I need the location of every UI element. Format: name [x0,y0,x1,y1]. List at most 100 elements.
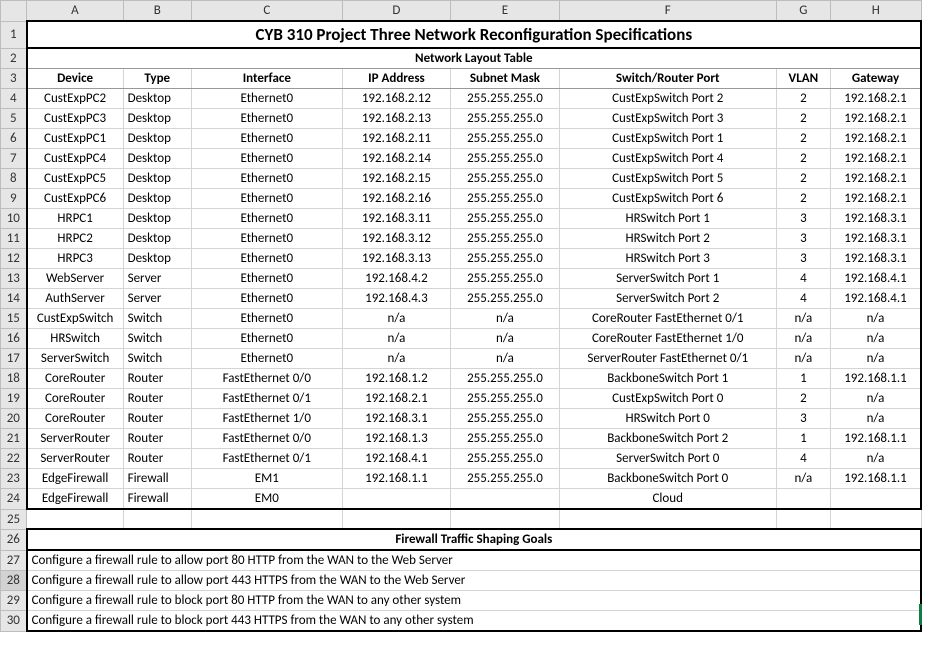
hdr-type[interactable]: Type [123,69,191,89]
cell-vlan[interactable]: 2 [776,169,830,189]
row-header-18[interactable]: 18 [1,369,27,389]
row-header-9[interactable]: 9 [1,189,27,209]
hdr-device[interactable]: Device [27,69,123,89]
cell-type[interactable]: Router [123,409,191,429]
cell-port[interactable]: HRSwitch Port 0 [559,409,776,429]
cell-interface[interactable]: Ethernet0 [191,149,342,169]
cell-device[interactable]: ServerRouter [27,429,123,449]
cell-mask[interactable]: 255.255.255.0 [451,289,560,309]
cell-mask[interactable]: 255.255.255.0 [451,249,560,269]
cell-vlan[interactable]: 4 [776,289,830,309]
cell-gateway[interactable]: n/a [830,409,921,429]
cell-device[interactable]: HRPC2 [27,229,123,249]
cell-vlan[interactable]: 4 [776,269,830,289]
cell-mask[interactable]: 255.255.255.0 [451,109,560,129]
row-header-6[interactable]: 6 [1,129,27,149]
cell-vlan[interactable]: n/a [776,329,830,349]
cell-gateway[interactable]: 192.168.1.1 [830,369,921,389]
row-header-26[interactable]: 26 [1,529,27,550]
firewall-goal-2[interactable]: Configure a firewall rule to allow port … [27,571,921,591]
cell-mask[interactable]: 255.255.255.0 [451,149,560,169]
cell-vlan[interactable]: n/a [776,469,830,489]
cell-mask[interactable]: 255.255.255.0 [451,409,560,429]
row-header-11[interactable]: 11 [1,229,27,249]
cell-port[interactable]: CoreRouter FastEthernet 1/0 [559,329,776,349]
cell-device[interactable]: WebServer [27,269,123,289]
cell-ip[interactable] [342,489,451,510]
cell-vlan[interactable]: 2 [776,389,830,409]
cell-type[interactable]: Server [123,269,191,289]
cell-ip[interactable]: n/a [342,329,451,349]
row-header-24[interactable]: 24 [1,489,27,510]
cell-type[interactable]: Firewall [123,489,191,510]
cell-interface[interactable]: Ethernet0 [191,169,342,189]
cell-port[interactable]: ServerSwitch Port 0 [559,449,776,469]
cell-mask[interactable]: 255.255.255.0 [451,169,560,189]
cell-device[interactable]: HRPC1 [27,209,123,229]
cell-ip[interactable]: 192.168.2.15 [342,169,451,189]
cell-device[interactable]: CustExpPC3 [27,109,123,129]
cell[interactable] [191,509,342,529]
cell-type[interactable]: Desktop [123,169,191,189]
cell-type[interactable]: Desktop [123,149,191,169]
cell-ip[interactable]: n/a [342,349,451,369]
cell-vlan[interactable]: 3 [776,249,830,269]
hdr-mask[interactable]: Subnet Mask [451,69,560,89]
cell-device[interactable]: CustExpPC2 [27,89,123,109]
cell-interface[interactable]: Ethernet0 [191,329,342,349]
cell-port[interactable]: CustExpSwitch Port 6 [559,189,776,209]
cell-gateway[interactable]: n/a [830,309,921,329]
col-header-C[interactable]: C [191,1,342,22]
cell-port[interactable]: ServerRouter FastEthernet 0/1 [559,349,776,369]
cell-mask[interactable]: n/a [451,349,560,369]
cell-interface[interactable]: Ethernet0 [191,189,342,209]
cell-gateway[interactable]: n/a [830,449,921,469]
cell-type[interactable]: Desktop [123,189,191,209]
cell-ip[interactable]: 192.168.3.13 [342,249,451,269]
firewall-goal-3[interactable]: Configure a firewall rule to block port … [27,591,921,611]
cell-type[interactable]: Router [123,449,191,469]
cell-mask[interactable]: 255.255.255.0 [451,429,560,449]
firewall-section-title[interactable]: Firewall Traffic Shaping Goals [27,529,921,550]
cell-interface[interactable]: FastEthernet 0/0 [191,429,342,449]
cell-ip[interactable]: 192.168.4.3 [342,289,451,309]
col-header-G[interactable]: G [776,1,830,22]
cell-device[interactable]: CoreRouter [27,369,123,389]
spreadsheet-grid[interactable]: A B C D E F G H 1 CYB 310 Project Three … [0,0,922,632]
cell-interface[interactable]: EM1 [191,469,342,489]
cell-vlan[interactable]: 3 [776,409,830,429]
cell-mask[interactable]: 255.255.255.0 [451,89,560,109]
cell-gateway[interactable]: 192.168.3.1 [830,249,921,269]
col-header-B[interactable]: B [123,1,191,22]
row-header-15[interactable]: 15 [1,309,27,329]
cell-port[interactable]: CoreRouter FastEthernet 0/1 [559,309,776,329]
cell-interface[interactable]: FastEthernet 0/1 [191,449,342,469]
cell-gateway[interactable]: 192.168.1.1 [830,469,921,489]
cell-gateway[interactable]: 192.168.4.1 [830,269,921,289]
cell-gateway[interactable]: 192.168.2.1 [830,89,921,109]
cell-device[interactable]: CustExpPC1 [27,129,123,149]
cell-device[interactable]: CustExpPC4 [27,149,123,169]
cell-type[interactable]: Desktop [123,89,191,109]
cell-gateway[interactable]: n/a [830,389,921,409]
cell-port[interactable]: CustExpSwitch Port 2 [559,89,776,109]
cell-device[interactable]: EdgeFirewall [27,469,123,489]
cell-mask[interactable]: 255.255.255.0 [451,269,560,289]
cell-port[interactable]: CustExpSwitch Port 3 [559,109,776,129]
cell-vlan[interactable]: 4 [776,449,830,469]
cell[interactable] [776,509,830,529]
cell-device[interactable]: EdgeFirewall [27,489,123,510]
cell-interface[interactable]: Ethernet0 [191,269,342,289]
cell[interactable] [123,509,191,529]
cell-mask[interactable] [451,489,560,510]
cell-vlan[interactable]: 2 [776,129,830,149]
cell-device[interactable]: HRSwitch [27,329,123,349]
cell-interface[interactable]: EM0 [191,489,342,510]
cell-vlan[interactable]: n/a [776,349,830,369]
cell-ip[interactable]: 192.168.1.1 [342,469,451,489]
cell-port[interactable]: ServerSwitch Port 1 [559,269,776,289]
cell-gateway[interactable]: 192.168.2.1 [830,189,921,209]
cell-mask[interactable]: 255.255.255.0 [451,229,560,249]
row-header-10[interactable]: 10 [1,209,27,229]
cell-interface[interactable]: Ethernet0 [191,129,342,149]
